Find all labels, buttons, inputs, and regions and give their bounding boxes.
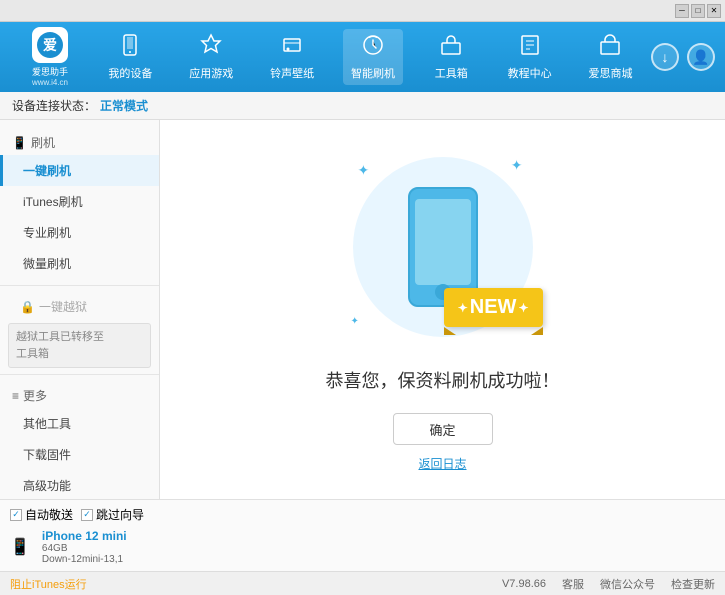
flash-section-icon: 📱 <box>12 136 27 150</box>
download-button[interactable]: ↓ <box>651 43 679 71</box>
phone-screen <box>415 199 471 285</box>
sparkle-bottomleft: ✦ <box>351 316 359 327</box>
sidebar-lock-section: 🔒 一键越狱 <box>0 292 159 319</box>
logo-icon: 爱 <box>32 27 68 63</box>
nav-official-shop[interactable]: 爱思商城 <box>580 29 640 85</box>
version-text: V7.98.66 <box>502 578 546 590</box>
device-row: 📱 iPhone 12 mini 64GB Down-12mini-13,1 <box>10 527 170 567</box>
nav-toolbox[interactable]: 工具箱 <box>424 29 479 85</box>
nav-apps-games[interactable]: 应用游戏 <box>181 29 241 85</box>
new-badge: NEW <box>444 288 543 327</box>
close-button[interactable]: ✕ <box>707 4 721 18</box>
sidebar-item-other-tools[interactable]: 其他工具 <box>0 408 159 439</box>
device-storage: 64GB <box>42 543 127 554</box>
device-name: iPhone 12 mini <box>42 529 127 543</box>
wechat-link[interactable]: 微信公众号 <box>600 576 655 592</box>
more-section-icon: ≡ <box>12 389 19 403</box>
phone-illustration: ✦ ✦ ✦ NEW <box>343 147 543 347</box>
nav-smart-label: 智能刷机 <box>351 65 395 81</box>
nav-tutorial-label: 教程中心 <box>508 65 552 81</box>
support-link[interactable]: 客服 <box>562 576 584 592</box>
device-model: Down-12mini-13,1 <box>42 554 127 565</box>
sidebar-item-download-firmware[interactable]: 下载固件 <box>0 439 159 470</box>
skip-wizard-label: 跳过向导 <box>96 506 144 523</box>
skip-wizard-checkbox[interactable]: ✓ <box>81 509 93 521</box>
return-link[interactable]: 返回日志 <box>418 455 466 472</box>
sidebar-item-one-click[interactable]: 一键刷机 <box>0 155 159 186</box>
sidebar-section-more: ≡ 更多 <box>0 381 159 408</box>
nav-smart-icon <box>361 33 385 63</box>
bottom-status-bar: 阻止iTunes运行 V7.98.66 客服 微信公众号 检查更新 <box>0 571 725 595</box>
sidebar-info-box: 越狱工具已转移至 工具箱 <box>8 323 151 368</box>
logo-subtext: www.i4.cn <box>32 78 68 87</box>
sparkle-topright: ✦ <box>511 157 523 174</box>
more-section-title: 更多 <box>23 387 47 404</box>
nav-toolbox-icon <box>439 33 463 63</box>
flash-section-title: 刷机 <box>31 134 55 151</box>
device-bottom-bar: ✓ 自动敬送 ✓ 跳过向导 📱 iPhone 12 mini 64GB Down… <box>0 499 725 571</box>
sidebar: 📱 刷机 一键刷机 iTunes刷机 专业刷机 微量刷机 🔒 一键越狱 越狱工具… <box>0 120 160 499</box>
status-bar: 设备连接状态： 正常模式 <box>0 92 725 120</box>
nav-my-device[interactable]: 我的设备 <box>100 29 160 85</box>
user-button[interactable]: 👤 <box>687 43 715 71</box>
nav-ringtones-label: 铃声壁纸 <box>270 65 314 81</box>
device-phone-icon: 📱 <box>10 537 30 557</box>
lock-label: 一键越狱 <box>39 298 87 315</box>
success-text: 恭喜您，保资料刷机成功啦！ <box>326 367 560 393</box>
nav-shop-icon <box>598 33 622 63</box>
status-value: 正常模式 <box>100 97 148 114</box>
nav-toolbox-label: 工具箱 <box>435 65 468 81</box>
window-controls[interactable]: ─ □ ✕ <box>675 4 721 18</box>
content-area: ✦ ✦ ✦ NEW 恭喜您，保资料刷机成功啦！ 确定 返回日志 <box>160 120 725 499</box>
sparkle-topleft: ✦ <box>358 162 370 179</box>
auto-follow-label: 自动敬送 <box>25 506 73 523</box>
checkboxes-row: ✓ 自动敬送 ✓ 跳过向导 <box>10 504 170 525</box>
nav-bar: 我的设备 应用游戏 铃声壁纸 <box>90 29 651 85</box>
info-line1: 越狱工具已转移至 <box>16 329 143 346</box>
badge-ribbon-right <box>531 327 543 335</box>
status-label: 设备连接状态： <box>12 97 96 114</box>
itunes-status[interactable]: 阻止iTunes运行 <box>10 576 87 592</box>
new-badge-wrapper: NEW <box>444 288 543 327</box>
sidebar-item-advanced[interactable]: 高级功能 <box>0 470 159 499</box>
bottom-left-panel: ✓ 自动敬送 ✓ 跳过向导 📱 iPhone 12 mini 64GB Down… <box>10 504 170 567</box>
sidebar-section-flash: 📱 刷机 <box>0 128 159 155</box>
nav-smart-shop[interactable]: 智能刷机 <box>343 29 403 85</box>
device-info: iPhone 12 mini 64GB Down-12mini-13,1 <box>42 529 127 565</box>
nav-tutorial-icon <box>518 33 542 63</box>
logo[interactable]: 爱 爱思助手 www.i4.cn <box>10 27 90 87</box>
auto-follow-checkbox[interactable]: ✓ <box>10 509 22 521</box>
info-line2: 工具箱 <box>16 346 143 363</box>
sidebar-item-pro[interactable]: 专业刷机 <box>0 217 159 248</box>
main-area: 📱 刷机 一键刷机 iTunes刷机 专业刷机 微量刷机 🔒 一键越狱 越狱工具… <box>0 120 725 499</box>
update-link[interactable]: 检查更新 <box>671 576 715 592</box>
badge-ribbon-left <box>444 327 456 335</box>
nav-shop-label: 爱思商城 <box>588 65 632 81</box>
nav-device-icon <box>118 33 142 63</box>
sidebar-divider-2 <box>0 374 159 375</box>
minimize-button[interactable]: ─ <box>675 4 689 18</box>
skip-wizard-check[interactable]: ✓ 跳过向导 <box>81 506 144 523</box>
nav-apps-label: 应用游戏 <box>189 65 233 81</box>
sidebar-item-itunes[interactable]: iTunes刷机 <box>0 186 159 217</box>
auto-follow-check[interactable]: ✓ 自动敬送 <box>10 506 73 523</box>
svg-text:爱: 爱 <box>43 37 57 53</box>
nav-ringtones-icon <box>280 33 304 63</box>
confirm-button[interactable]: 确定 <box>393 413 493 445</box>
nav-tutorial[interactable]: 教程中心 <box>500 29 560 85</box>
header-right: ↓ 👤 <box>651 43 715 71</box>
nav-apps-icon <box>199 33 223 63</box>
title-bar: ─ □ ✕ <box>0 0 725 22</box>
nav-ringtones[interactable]: 铃声壁纸 <box>262 29 322 85</box>
maximize-button[interactable]: □ <box>691 4 705 18</box>
lock-icon: 🔒 <box>20 300 35 314</box>
sidebar-divider-1 <box>0 285 159 286</box>
header: 爱 爱思助手 www.i4.cn 我的设备 应用游戏 <box>0 22 725 92</box>
logo-text: 爱思助手 <box>32 65 68 78</box>
nav-device-label: 我的设备 <box>108 65 152 81</box>
sidebar-item-wipe[interactable]: 微量刷机 <box>0 248 159 279</box>
